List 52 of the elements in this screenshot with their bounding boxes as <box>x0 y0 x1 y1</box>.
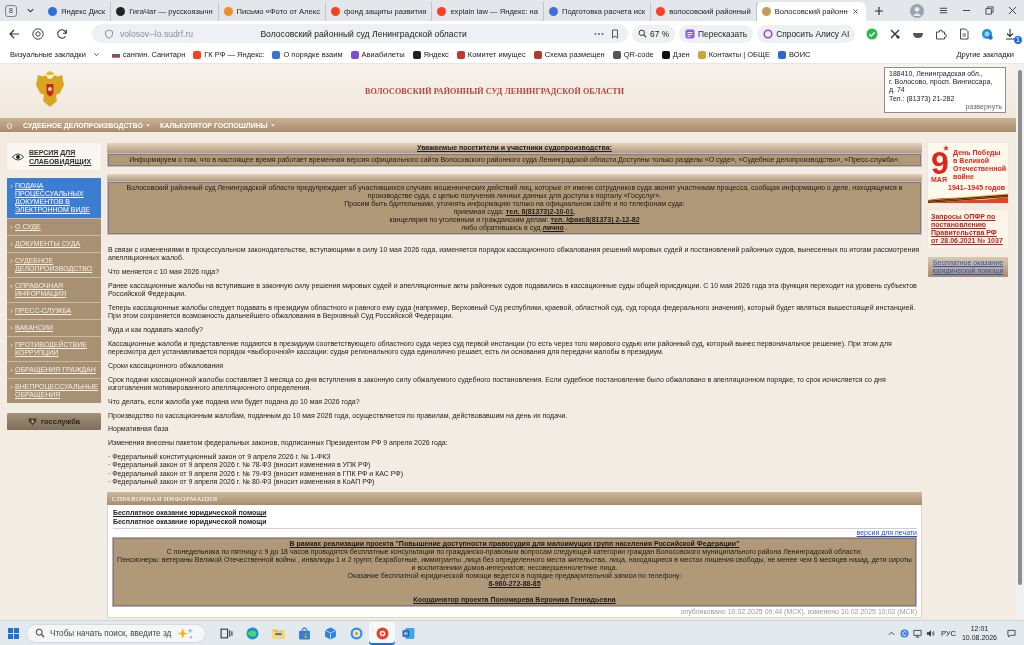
address-field[interactable]: volosov--lo.sudrf.ru Волосовский районный суд Ленинградской области <box>92 24 628 43</box>
document-icon <box>401 626 415 640</box>
star-icon <box>943 145 950 151</box>
sync-icon[interactable] <box>899 628 909 638</box>
text-lines-icon <box>685 28 696 39</box>
banner-day: 9 <box>931 151 949 175</box>
windows-icon[interactable] <box>8 627 19 639</box>
ring-icon <box>349 626 363 640</box>
scrollbar[interactable] <box>1016 64 1024 620</box>
task-view-icon[interactable] <box>220 626 233 640</box>
shield-icon[interactable] <box>104 28 114 39</box>
zoom-button[interactable]: 67 % <box>632 24 676 43</box>
search-placeholder: Чтобы начать поиск, введите зд <box>50 628 172 638</box>
search-field[interactable]: Чтобы начать поиск, введите зд <box>26 623 206 643</box>
court-title: ВОЛОСОВСКИЙ РАЙОННЫЙ СУД ЛЕНИНГРАДСКОЙ ОБЛАСТИ <box>363 86 626 96</box>
shopping-bag-icon <box>297 626 311 640</box>
url-text: volosov--lo.sudrf.ru <box>120 28 194 39</box>
eye-icon <box>12 152 24 161</box>
circle-logo-icon[interactable] <box>32 27 44 40</box>
reload-icon[interactable] <box>56 27 68 40</box>
taskbar-app[interactable] <box>369 621 395 645</box>
plus-icon[interactable] <box>873 5 884 16</box>
page-title: Волосовский районный суд Ленинградской области <box>259 28 468 39</box>
close-icon[interactable] <box>851 8 859 15</box>
check-circle-icon[interactable] <box>866 27 878 40</box>
document-icon[interactable] <box>958 27 970 40</box>
notification-icon[interactable] <box>1007 628 1016 638</box>
circle-badge-icon[interactable] <box>981 27 993 40</box>
round-logo-icon <box>375 626 389 640</box>
emblem-icon <box>28 417 38 426</box>
scrollbar-thumb[interactable] <box>1018 70 1022 585</box>
crossed-tools-icon[interactable] <box>889 27 901 40</box>
close-icon[interactable] <box>1008 6 1017 15</box>
assistant-button[interactable]: Спросить Алису AI <box>757 24 856 43</box>
restore-icon[interactable] <box>985 6 994 15</box>
folder-icon <box>271 626 285 640</box>
cube-icon <box>323 626 337 640</box>
download-icon[interactable] <box>1004 27 1016 40</box>
search-icon <box>35 628 45 638</box>
bookmark-icon[interactable] <box>610 28 620 39</box>
search-icon <box>638 29 647 38</box>
network-icon[interactable] <box>912 628 922 638</box>
ring-icon <box>763 28 774 39</box>
chevron-down-icon <box>92 51 100 58</box>
chevron-down-icon[interactable] <box>26 6 35 15</box>
back-arrow-icon[interactable] <box>8 27 20 40</box>
browser-icon <box>245 626 259 640</box>
volume-icon[interactable] <box>925 628 935 638</box>
menu-icon[interactable] <box>939 6 948 15</box>
chevron-right-icon <box>10 183 13 189</box>
puzzle-icon[interactable] <box>935 27 947 40</box>
retell-button[interactable]: Пересказать <box>679 24 754 43</box>
